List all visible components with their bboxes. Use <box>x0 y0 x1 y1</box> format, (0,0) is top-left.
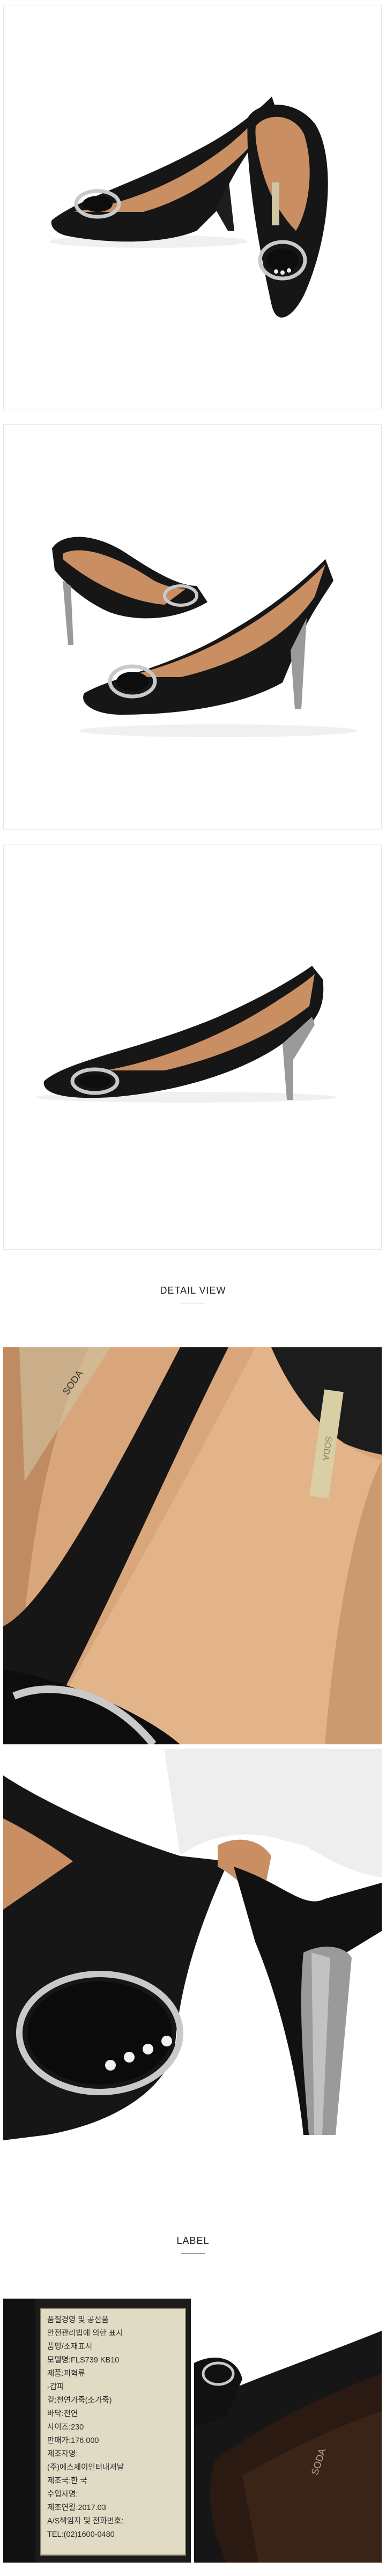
buckle-heel-closeup-image <box>3 1749 382 2146</box>
label-line: 안전관리법에 의한 표시 <box>47 2329 123 2338</box>
label-line: A/S책임자 및 전화번호: <box>47 2517 124 2526</box>
outsole-closeup-image: SODA <box>194 2299 382 2563</box>
detail-photo-buckle-heel <box>3 1749 382 2146</box>
label-heading: LABEL <box>176 2235 210 2246</box>
detail-view-heading: DETAIL VIEW <box>160 1285 226 1296</box>
product-photo-3 <box>3 845 382 1250</box>
single-pump-side-image <box>36 966 336 1103</box>
label-photo-tag: 품질경영 및 공산품 안전관리법에 의한 표시 품명/소재표시 모델명:FLS7… <box>3 2299 191 2563</box>
label-line: 겉:천연가죽(소가죽) <box>47 2396 112 2405</box>
label-line: 바닥:천연 <box>47 2410 78 2418</box>
label-line: 제조국:한 국 <box>47 2477 87 2485</box>
label-line: 판매가:176,000 <box>47 2436 99 2445</box>
pumps-pair-front-image <box>49 97 328 318</box>
label-line: 수입자명: <box>47 2490 78 2499</box>
product-photo-1 <box>3 5 382 409</box>
label-line: 제조자명: <box>47 2450 78 2458</box>
label-line: 제품:피혁류 <box>47 2369 85 2378</box>
label-line: 모델명:FLS739 KB10 <box>47 2356 120 2365</box>
detail-photo-inner-lining: SODA SODA <box>3 1347 382 1744</box>
inner-lining-closeup-image: SODA SODA <box>3 1347 382 1744</box>
label-photo-sole: SODA <box>194 2299 382 2563</box>
label-line: (주)에스제이인터내셔날 <box>47 2463 124 2472</box>
label-line: -갑피 <box>47 2383 64 2391</box>
product-photo-2 <box>3 424 382 830</box>
label-line: 품질경영 및 공산품 <box>47 2316 109 2324</box>
label-line: 사이즈:230 <box>47 2423 84 2432</box>
label-line: 품명/소재표시 <box>47 2343 93 2351</box>
label-line: 제조연월:2017.03 <box>47 2504 106 2512</box>
label-line: TEL:(02)1600-0480 <box>47 2530 115 2539</box>
pumps-pair-angled-image <box>52 537 358 737</box>
label-tag-text: 품질경영 및 공산품 안전관리법에 의한 표시 품명/소재표시 모델명:FLS7… <box>47 2314 181 2542</box>
